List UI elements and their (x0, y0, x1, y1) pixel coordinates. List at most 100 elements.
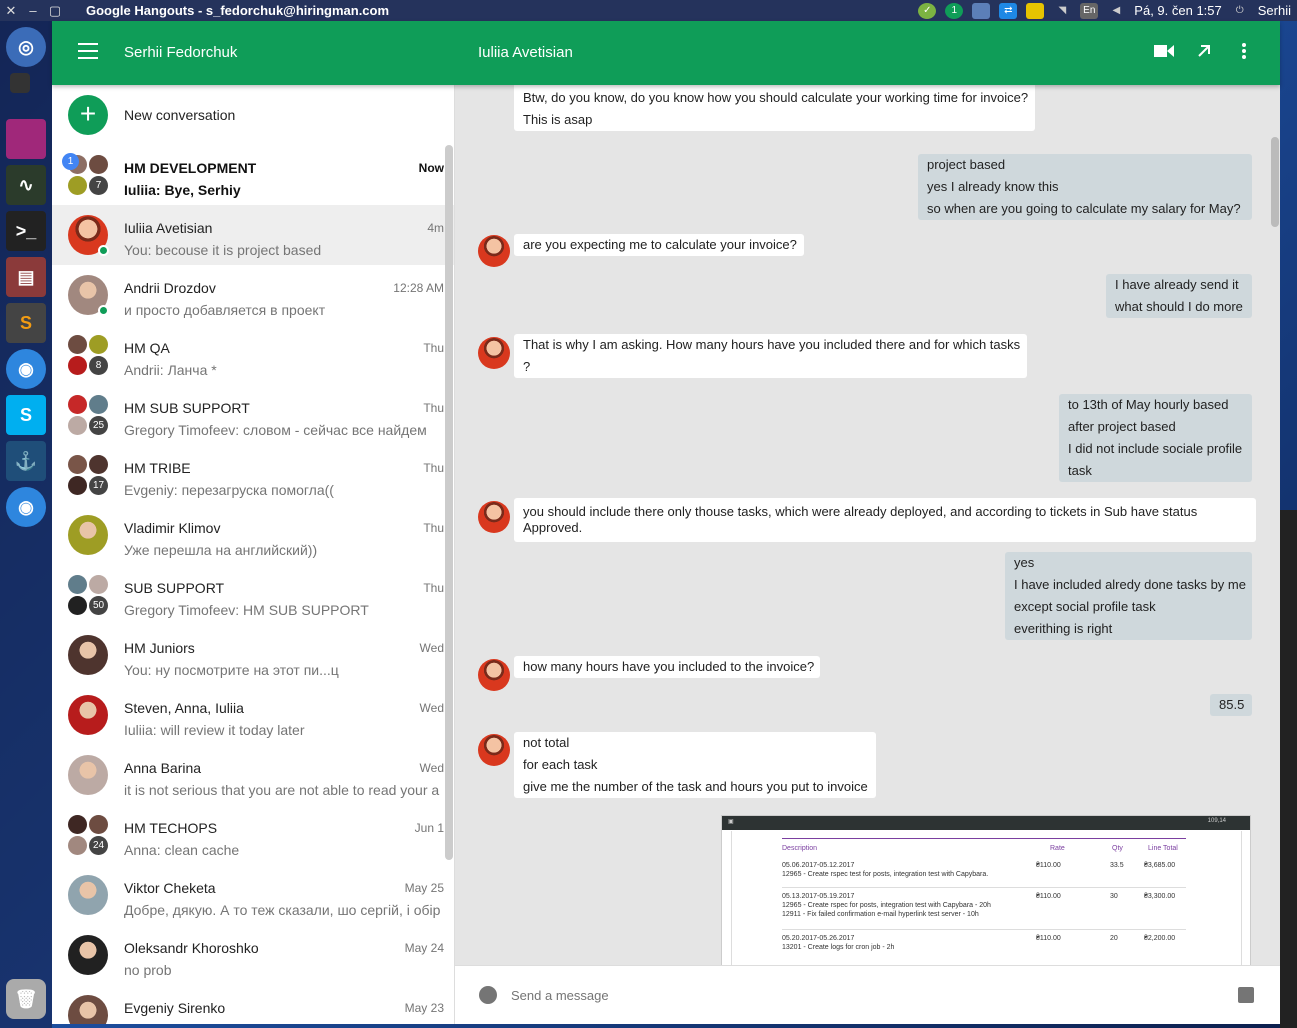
ubuntu-logo-icon[interactable]: ◎ (6, 27, 46, 67)
system-tray: ✓ 1 ⇄ ◥ En ◀ Pá, 9. čen 1:57 ⏻ Serhii (918, 0, 1291, 21)
conversation-item[interactable]: HM Juniors Wed You: ну посмотрите на этот … (52, 625, 454, 685)
participant-count: 50 (89, 596, 108, 615)
contact-avatar[interactable] (478, 337, 510, 369)
conversation-item[interactable]: 8 HM QA Thu Andrii: Ланча * (52, 325, 454, 385)
participant-avatar (89, 335, 108, 354)
pop-out-icon[interactable] (1192, 39, 1216, 63)
message-line: how many hours have you included to the … (523, 659, 815, 674)
message-line: That is why I am asking. How many hours … (523, 337, 1021, 352)
contact-avatar[interactable] (478, 235, 510, 267)
close-icon[interactable]: ✕ (0, 3, 22, 19)
invoice-column-header: Description (782, 845, 818, 852)
wifi-icon[interactable]: ◥ (1053, 3, 1071, 19)
skype-icon[interactable]: S (6, 395, 46, 435)
notification-badge[interactable]: 1 (945, 2, 964, 19)
avatar[interactable] (68, 695, 108, 735)
chat-title[interactable]: Iuliia Avetisian (478, 44, 573, 61)
avatar[interactable] (68, 515, 108, 555)
conversation-time: Wed (419, 701, 444, 715)
avatar[interactable]: 50 (68, 575, 108, 615)
notes-icon[interactable] (1026, 2, 1045, 19)
conversation-item[interactable]: Viktor Cheketa May 25 Добре, дякую. А то т… (52, 865, 454, 925)
file-manager-icon[interactable]: ▤ (6, 257, 46, 297)
conversation-item[interactable]: Steven, Anna, Iuliia Wed Iuliia: will revi… (52, 685, 454, 745)
avatar[interactable]: 8 (68, 335, 108, 375)
plus-icon[interactable]: + (68, 95, 108, 135)
invoice-period: 05.20.2017-05.26.2017 (782, 935, 855, 942)
message-line: what should I do more (1115, 299, 1243, 314)
teamviewer-icon[interactable]: ⇄ (999, 2, 1018, 19)
doc-icon: ▣ (728, 819, 734, 825)
sidebar-scrollbar[interactable] (445, 145, 453, 860)
avatar[interactable] (68, 935, 108, 975)
keyboard-layout[interactable]: En (1080, 2, 1099, 19)
conversation-item[interactable]: Vladimir Klimov Thu Уже перешла на английс… (52, 505, 454, 565)
conversation-item[interactable]: 25 HM SUB SUPPORT Thu Gregory Timofeev: сло… (52, 385, 454, 445)
avatar[interactable] (68, 995, 108, 1024)
conversation-snippet: Iuliia: Bye, Serhiy (124, 182, 241, 198)
conversation-name: Andrii Drozdov (124, 280, 216, 296)
conversation-item[interactable]: Anna Barina Wed it is not serious that you… (52, 745, 454, 805)
trash-icon[interactable]: 🗑 (6, 979, 46, 1019)
invoice-task: 13201 - Create logs for cron job - 2h (782, 944, 895, 951)
avatar[interactable] (68, 635, 108, 675)
conversation-snippet: Gregory Timofeev: HM SUB SUPPORT (124, 602, 369, 618)
conversation-item[interactable]: 7 1 HM DEVELOPMENT Now Iuliia: Bye, Serhiy (52, 145, 454, 205)
more-options-icon[interactable] (1232, 39, 1256, 63)
avatar[interactable] (68, 875, 108, 915)
conversation-item[interactable]: 50 SUB SUPPORT Thu Gregory Timofeev: HM SUB… (52, 565, 454, 625)
conversation-snippet: You: becouse it is project based (124, 242, 322, 258)
avatar[interactable] (68, 215, 109, 256)
conversation-name: HM QA (124, 340, 170, 356)
conversation-snippet: Andrii: Ланча * (124, 362, 217, 378)
contact-avatar[interactable] (478, 734, 510, 766)
invoice-qty: 20 (1110, 935, 1118, 942)
conversation-item[interactable]: Iuliia Avetisian 4m You: becouse it is pro… (52, 205, 454, 265)
new-conversation-label[interactable]: New conversation (124, 107, 235, 123)
system-monitor-icon[interactable]: ∿ (6, 165, 46, 205)
clock[interactable]: Pá, 9. čen 1:57 (1134, 3, 1221, 18)
conversation-item[interactable]: Andrii Drozdov 12:28 AM и просто добавляет… (52, 265, 454, 325)
contact-avatar[interactable] (478, 501, 510, 533)
contact-avatar[interactable] (478, 659, 510, 691)
terminal-icon[interactable]: >_ (6, 211, 46, 251)
chrome-icon[interactable]: ◉ (6, 487, 46, 527)
new-conversation-row[interactable]: + New conversation (52, 85, 454, 145)
avatar[interactable] (68, 275, 109, 316)
attachment-toolbar: ▣ 109,14 (722, 816, 1250, 830)
power-icon[interactable]: ⏻ (1231, 3, 1249, 19)
conversation-item[interactable]: Oleksandr Khoroshko May 24 no prob (52, 925, 454, 985)
message-input[interactable] (503, 982, 1203, 1008)
message-line: everithing is right (1014, 621, 1113, 636)
avatar[interactable]: 17 (68, 455, 108, 495)
app-icon[interactable] (6, 119, 46, 159)
workspace-switcher-icon[interactable] (10, 73, 30, 93)
invoice-row-divider (782, 887, 1186, 888)
sublime-text-icon[interactable]: S (6, 303, 46, 343)
image-icon[interactable] (1238, 987, 1254, 1003)
network-manager-icon[interactable] (972, 2, 991, 19)
conversation-item[interactable]: Evgeniy Sirenko May 23 (52, 985, 454, 1024)
invoice-qty: 30 (1110, 893, 1118, 900)
avatar[interactable]: 24 (68, 815, 108, 855)
conversation-item[interactable]: 17 HM TRIBE Thu Evgeniy: перезагруска помог… (52, 445, 454, 505)
check-icon[interactable]: ✓ (918, 2, 937, 19)
participant-count: 7 (89, 176, 108, 195)
avatar[interactable] (68, 755, 108, 795)
maximize-icon[interactable]: ▢ (44, 3, 66, 19)
conversation-time: 4m (427, 221, 444, 235)
avatar[interactable]: 71 (62, 153, 108, 195)
volume-icon[interactable]: ◀ (1107, 3, 1125, 19)
emoji-icon[interactable] (479, 986, 497, 1004)
mysql-workbench-icon[interactable]: ⚓ (6, 441, 46, 481)
video-call-icon[interactable] (1152, 39, 1176, 63)
chat-scrollbar[interactable] (1271, 137, 1279, 227)
invoice-screenshot-attachment[interactable]: ▣ 109,14 Description Rate Qty Line Total 05.… (721, 815, 1251, 965)
minimize-icon[interactable]: – (22, 3, 44, 18)
session-user[interactable]: Serhii (1258, 3, 1291, 18)
conversation-item[interactable]: 24 HM TECHOPS Jun 1 Anna: clean cache (52, 805, 454, 865)
avatar[interactable]: 25 (68, 395, 108, 435)
unread-badge: 1 (62, 153, 79, 170)
chromium-icon[interactable]: ◉ (6, 349, 46, 389)
menu-icon[interactable] (78, 43, 98, 59)
